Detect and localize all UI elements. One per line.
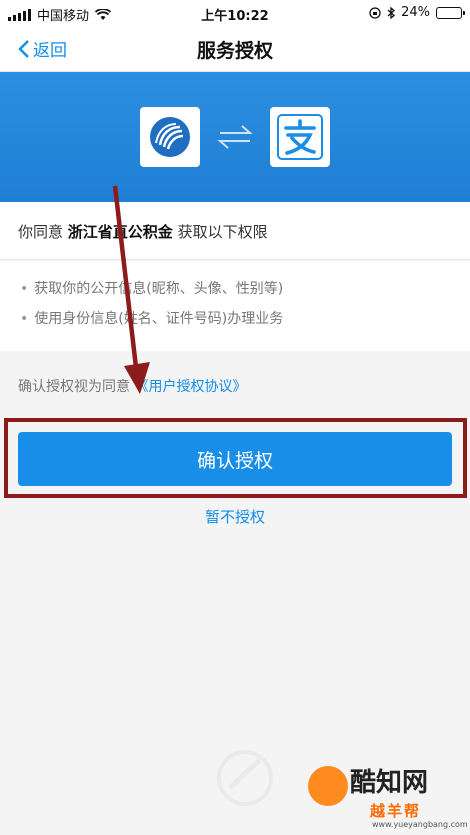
alipay-logo-icon [270,107,330,167]
watermark-url: www.yueyangbang.com [372,820,468,829]
swap-arrows-icon [217,125,253,149]
watermark-logo-icon [217,750,273,806]
orientation-lock-icon [369,6,381,19]
list-item: 使用身份信息(姓名、证件号码)办理业务 [0,311,470,341]
user-agreement-link[interactable]: 《用户授权协议》 [134,379,246,395]
consent-suffix: 获取以下权限 [172,223,268,241]
watermark-brand: 酷知网 [350,768,429,798]
watermark-brand-secondary: 越羊帮 [370,802,422,820]
organization-name: 浙江省直公积金 [67,223,173,241]
battery-percent: 24% [401,5,430,20]
watermark-logo-mark [308,766,348,806]
agreement-prefix: 确认授权视为同意 [18,379,130,395]
auth-banner [0,72,470,202]
watermark-badge: 酷知网 越羊帮 www.yueyangbang.com [300,760,468,832]
permission-list: 获取你的公开信息(昵称、头像、性别等) 使用身份信息(姓名、证件号码)办理业务 [0,261,470,351]
consent-prefix: 你同意 [18,223,68,241]
list-item: 获取你的公开信息(昵称、头像、性别等) [0,281,470,311]
status-bar: 中国移动 上午10:22 24% [0,0,470,26]
bluetooth-icon [387,6,396,19]
battery-icon [436,6,465,19]
navigation-bar: 返回 服务授权 [0,26,470,72]
page-title: 服务授权 [196,40,273,62]
confirm-authorization-button[interactable]: 确认授权 [18,432,452,486]
zhejiang-provident-fund-logo-icon [140,107,200,167]
consent-statement: 你同意 浙江省直公积金 获取以下权限 [0,202,470,260]
agreement-notice: 确认授权视为同意 《用户授权协议》 [18,376,246,396]
decline-authorization-link[interactable]: 暂不授权 [0,506,470,527]
